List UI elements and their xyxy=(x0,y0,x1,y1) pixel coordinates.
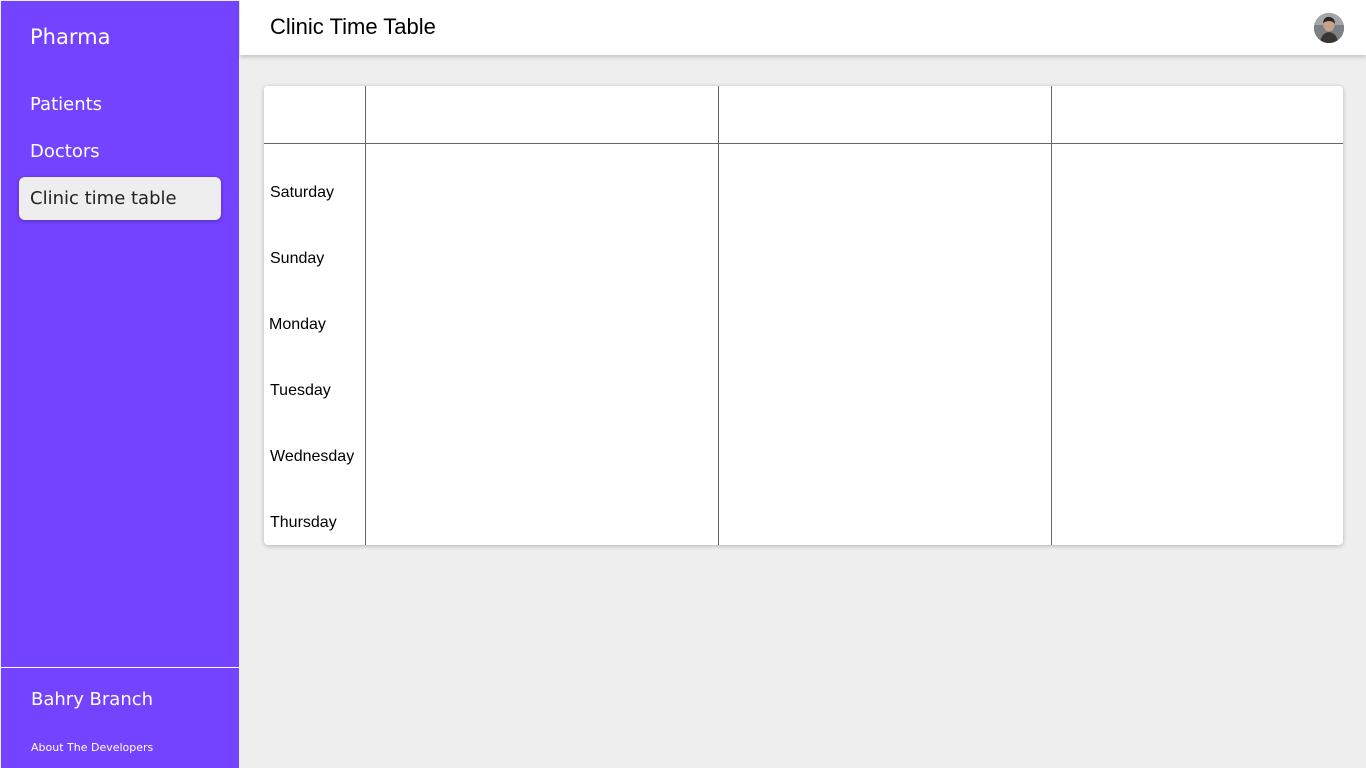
day-label-monday: Monday xyxy=(269,316,326,333)
sidebar-item-clinic-time-table[interactable]: Clinic time table xyxy=(19,177,221,220)
timetable-header-cell xyxy=(264,86,365,143)
sidebar-divider xyxy=(1,667,239,668)
day-label-tuesday: Tuesday xyxy=(270,382,331,399)
avatar-image xyxy=(1314,13,1344,43)
sidebar: Pharma Patients Doctors Clinic time tabl… xyxy=(1,1,239,768)
sidebar-item-patients[interactable]: Patients xyxy=(19,83,221,126)
branch-name: Bahry Branch xyxy=(31,689,154,710)
day-label-wednesday: Wednesday xyxy=(270,448,355,465)
timetable-header-cell xyxy=(719,86,1051,143)
column-divider xyxy=(718,86,719,545)
timetable-header-cell xyxy=(366,86,718,143)
about-developers-link[interactable]: About The Developers xyxy=(31,741,153,755)
sidebar-item-doctors[interactable]: Doctors xyxy=(19,130,221,173)
timetable-header-cell xyxy=(1052,86,1343,143)
column-divider xyxy=(365,86,366,545)
header-divider xyxy=(264,143,1343,144)
column-divider xyxy=(1051,86,1052,545)
page-title: Clinic Time Table xyxy=(270,14,436,39)
day-label-saturday: Saturday xyxy=(270,184,335,201)
day-label-thursday: Thursday xyxy=(270,514,337,531)
top-bar: Clinic Time Table xyxy=(240,0,1366,55)
timetable-card: Saturday Sunday Monday Tuesday Wednesday… xyxy=(264,86,1343,545)
brand-logo[interactable]: Pharma xyxy=(30,23,110,51)
day-label-sunday: Sunday xyxy=(270,250,325,267)
user-avatar-icon[interactable] xyxy=(1314,13,1344,43)
